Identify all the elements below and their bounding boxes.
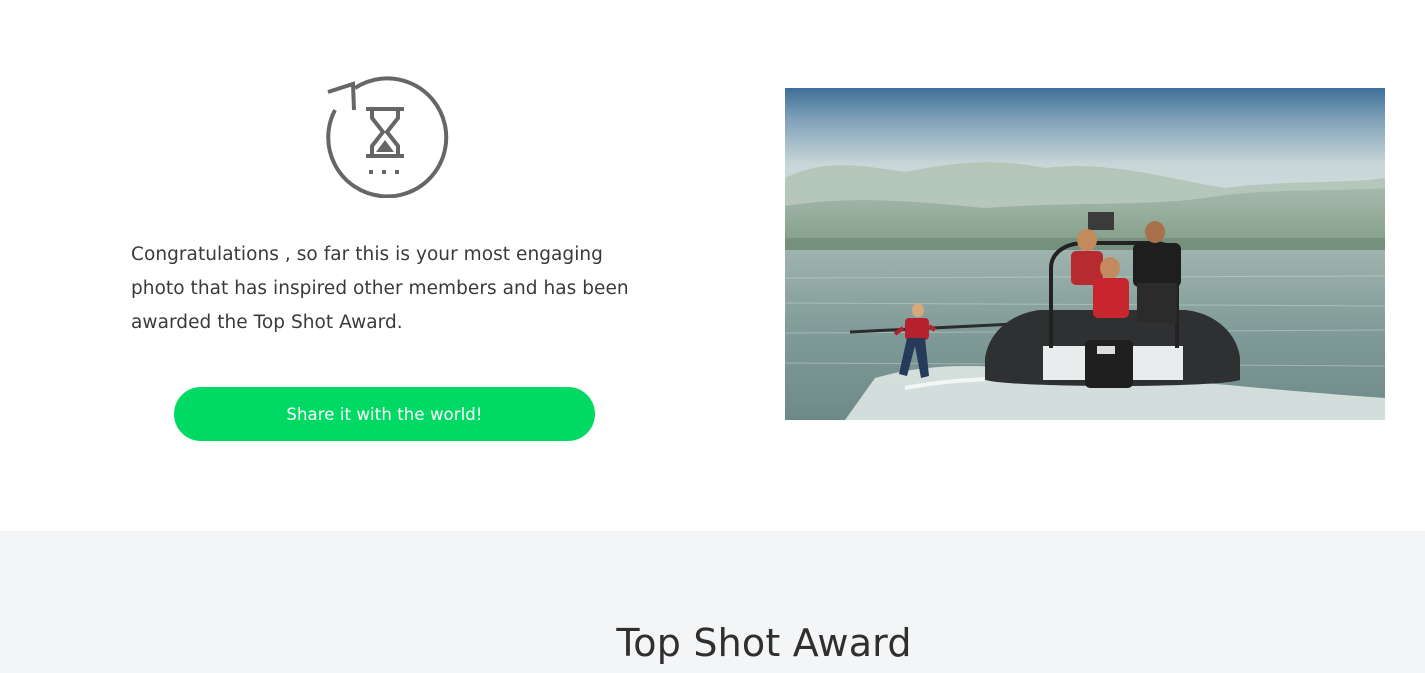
rib-boat-waterski-photo	[785, 88, 1385, 420]
share-button[interactable]: Share it with the world!	[174, 387, 595, 441]
award-section: Top Shot Award	[0, 531, 1425, 673]
award-title: Top Shot Award	[616, 621, 912, 665]
award-message: Congratulations , so far this is your mo…	[131, 244, 629, 333]
award-hero: Congratulations , so far this is your mo…	[0, 0, 1425, 531]
hourglass-refresh-icon	[321, 70, 449, 199]
page: Congratulations , so far this is your mo…	[0, 0, 1425, 673]
